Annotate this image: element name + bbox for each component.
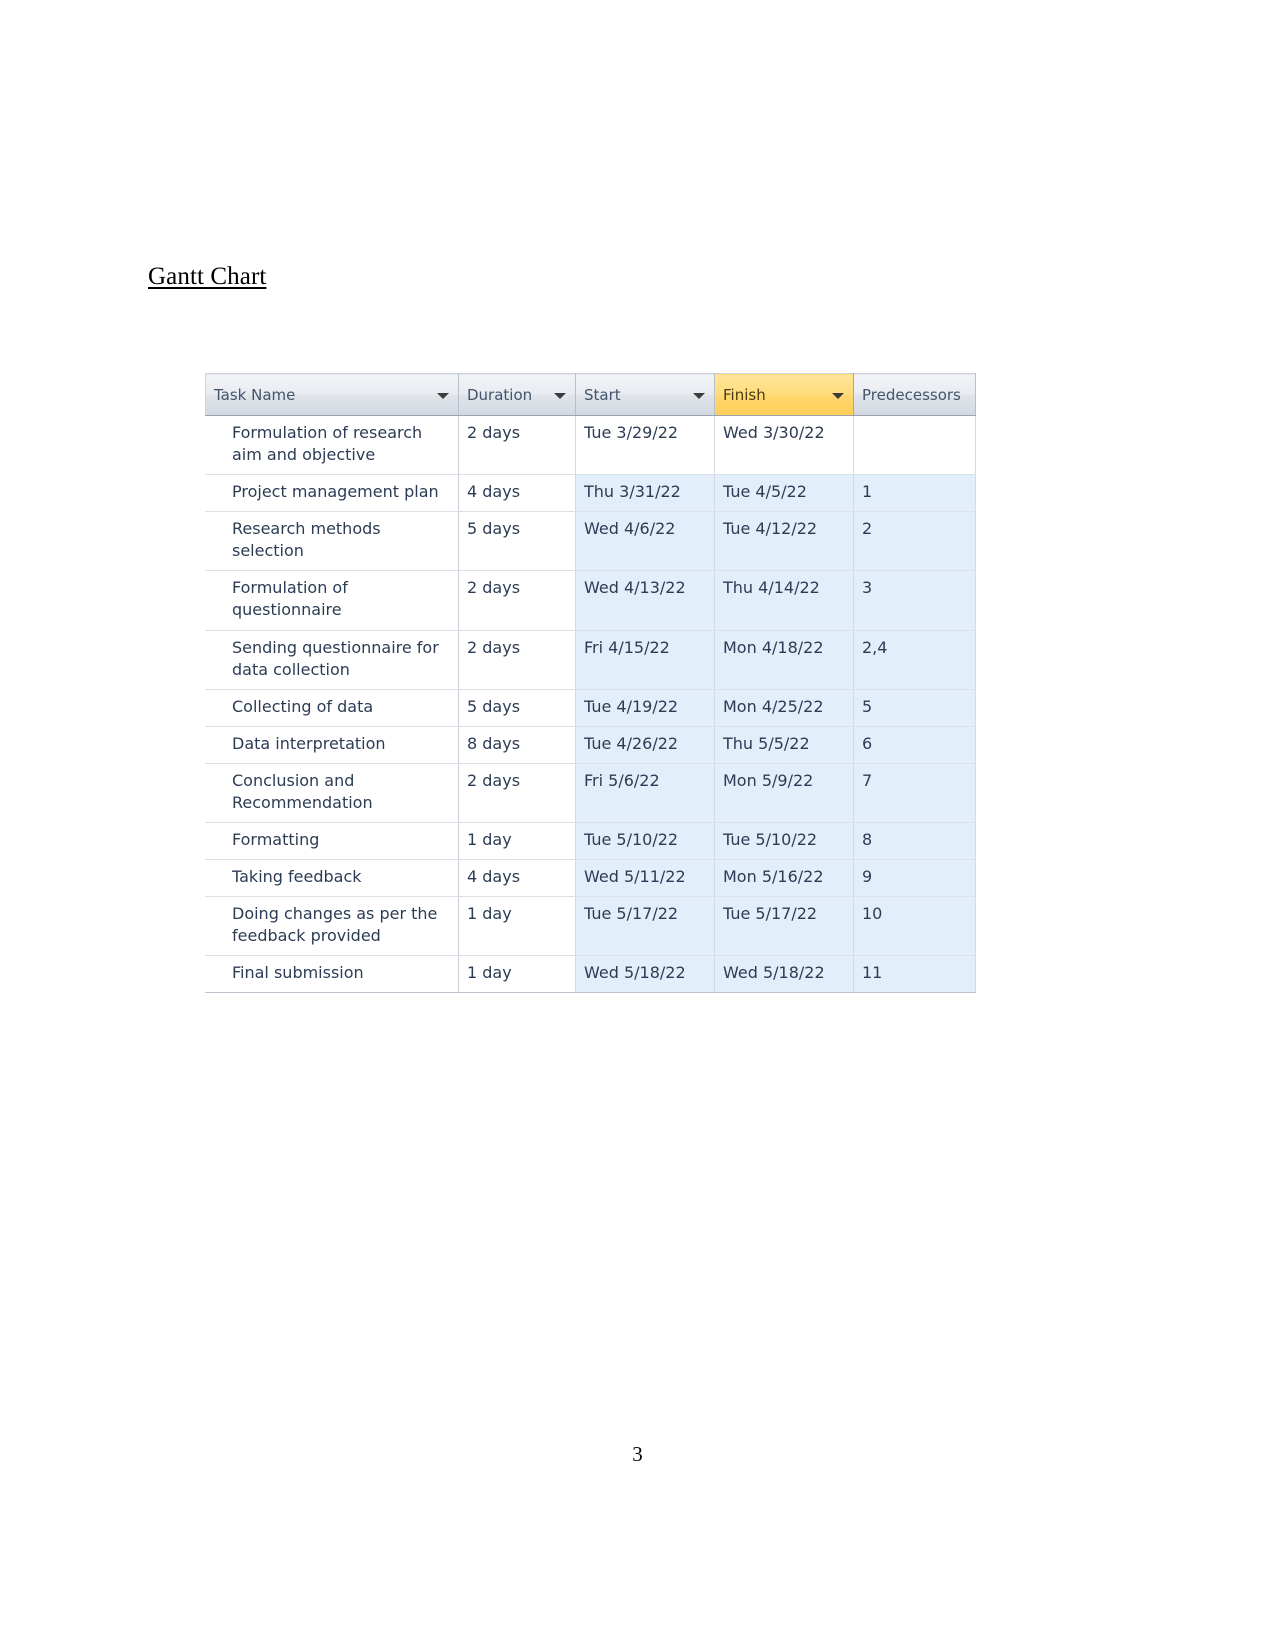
cell-duration[interactable]: 1 day <box>458 955 576 994</box>
cell-pred[interactable]: 8 <box>853 822 976 861</box>
column-header-start[interactable]: Start <box>575 373 715 416</box>
table-row[interactable]: Formatting 1 day Tue 5/10/22 Tue 5/10/22 8 <box>205 822 976 861</box>
cell-start[interactable]: Fri 5/6/22 <box>575 763 715 824</box>
column-header-label: Start <box>584 385 621 404</box>
document-page: Gantt Chart Task Name Duration Start Finish… <box>0 0 1275 1650</box>
cell-finish[interactable]: Tue 5/17/22 <box>714 896 854 957</box>
filter-dropdown-icon[interactable] <box>437 392 449 399</box>
column-header-label: Finish <box>723 385 766 404</box>
gantt-table-container: Task Name Duration Start Finish Predecessors… <box>205 373 976 994</box>
cell-start[interactable]: Tue 3/29/22 <box>575 415 715 476</box>
table-header-row: Task Name Duration Start Finish Predecessors <box>205 373 976 416</box>
cell-pred[interactable]: 11 <box>853 955 976 994</box>
cell-pred[interactable]: 2 <box>853 511 976 572</box>
table-row[interactable]: Conclusion and Recommendation 2 days Fri 5… <box>205 763 976 824</box>
cell-finish[interactable]: Tue 4/5/22 <box>714 474 854 513</box>
cell-finish[interactable]: Tue 4/12/22 <box>714 511 854 572</box>
table-row[interactable]: Final submission 1 day Wed 5/18/22 Wed 5/18… <box>205 955 976 994</box>
table-row[interactable]: Formulation of research aim and objectiv… <box>205 415 976 476</box>
cell-duration[interactable]: 2 days <box>458 570 576 631</box>
cell-start[interactable]: Tue 4/26/22 <box>575 726 715 764</box>
table-header: Task Name Duration Start Finish Predecessors <box>205 373 976 416</box>
cell-task[interactable]: Final submission <box>205 955 459 994</box>
table-body: Formulation of research aim and objectiv… <box>205 415 976 994</box>
cell-pred[interactable]: 9 <box>853 859 976 898</box>
cell-start[interactable]: Tue 5/17/22 <box>575 896 715 957</box>
cell-duration[interactable]: 2 days <box>458 415 576 476</box>
column-header-duration[interactable]: Duration <box>458 373 576 416</box>
filter-dropdown-icon[interactable] <box>832 392 844 399</box>
cell-start[interactable]: Tue 5/10/22 <box>575 822 715 861</box>
cell-duration[interactable]: 2 days <box>458 763 576 824</box>
cell-finish[interactable]: Mon 5/16/22 <box>714 859 854 898</box>
cell-start[interactable]: Fri 4/15/22 <box>575 630 715 690</box>
column-header-label: Task Name <box>214 385 296 404</box>
cell-task[interactable]: Taking feedback <box>205 859 459 898</box>
cell-start[interactable]: Wed 5/11/22 <box>575 859 715 898</box>
cell-duration[interactable]: 5 days <box>458 689 576 727</box>
cell-pred[interactable]: 5 <box>853 689 976 727</box>
cell-duration[interactable]: 4 days <box>458 474 576 513</box>
cell-pred[interactable]: 6 <box>853 726 976 764</box>
cell-duration[interactable]: 8 days <box>458 726 576 764</box>
cell-pred[interactable] <box>853 415 976 476</box>
cell-finish[interactable]: Thu 4/14/22 <box>714 570 854 631</box>
filter-dropdown-icon[interactable] <box>554 392 566 399</box>
cell-duration[interactable]: 4 days <box>458 859 576 898</box>
cell-task[interactable]: Data interpretation <box>205 726 459 764</box>
page-title: Gantt Chart <box>148 263 267 290</box>
cell-pred[interactable]: 2,4 <box>853 630 976 690</box>
cell-pred[interactable]: 10 <box>853 896 976 957</box>
column-header-finish[interactable]: Finish <box>714 373 854 416</box>
cell-finish[interactable]: Tue 5/10/22 <box>714 822 854 861</box>
column-header-task[interactable]: Task Name <box>205 373 459 416</box>
cell-duration[interactable]: 5 days <box>458 511 576 572</box>
cell-start[interactable]: Tue 4/19/22 <box>575 689 715 727</box>
cell-task[interactable]: Research methods selection <box>205 511 459 572</box>
cell-finish[interactable]: Thu 5/5/22 <box>714 726 854 764</box>
filter-dropdown-icon[interactable] <box>693 392 705 399</box>
cell-finish[interactable]: Mon 4/18/22 <box>714 630 854 690</box>
cell-duration[interactable]: 2 days <box>458 630 576 690</box>
cell-task[interactable]: Project management plan <box>205 474 459 513</box>
page-number: 3 <box>632 1442 643 1466</box>
table-row[interactable]: Doing changes as per the feedback provid… <box>205 896 976 957</box>
table-row[interactable]: Research methods selection 5 days Wed 4/6/… <box>205 511 976 572</box>
cell-pred[interactable]: 3 <box>853 570 976 631</box>
cell-task[interactable]: Collecting of data <box>205 689 459 727</box>
cell-pred[interactable]: 7 <box>853 763 976 824</box>
table-row[interactable]: Project management plan 4 days Thu 3/31/22… <box>205 474 976 513</box>
cell-task[interactable]: Formatting <box>205 822 459 861</box>
column-header-pred[interactable]: Predecessors <box>853 373 976 416</box>
column-header-label: Duration <box>467 385 533 404</box>
column-header-label: Predecessors <box>862 385 961 404</box>
cell-duration[interactable]: 1 day <box>458 896 576 957</box>
table-row[interactable]: Collecting of data 5 days Tue 4/19/22 Mon 4… <box>205 689 976 727</box>
gantt-task-table: Task Name Duration Start Finish Predecessors… <box>205 373 976 994</box>
cell-finish[interactable]: Mon 4/25/22 <box>714 689 854 727</box>
cell-task[interactable]: Sending questionnaire for data collectio… <box>205 630 459 690</box>
table-row[interactable]: Sending questionnaire for data collectio… <box>205 630 976 690</box>
table-row[interactable]: Formulation of questionnaire 2 days Wed 4/… <box>205 570 976 631</box>
cell-finish[interactable]: Wed 5/18/22 <box>714 955 854 994</box>
cell-start[interactable]: Thu 3/31/22 <box>575 474 715 513</box>
cell-task[interactable]: Formulation of research aim and objectiv… <box>205 415 459 476</box>
cell-finish[interactable]: Wed 3/30/22 <box>714 415 854 476</box>
cell-pred[interactable]: 1 <box>853 474 976 513</box>
cell-task[interactable]: Conclusion and Recommendation <box>205 763 459 824</box>
cell-start[interactable]: Wed 4/6/22 <box>575 511 715 572</box>
table-row[interactable]: Data interpretation 8 days Tue 4/26/22 Thu … <box>205 726 976 764</box>
cell-task[interactable]: Doing changes as per the feedback provid… <box>205 896 459 957</box>
cell-start[interactable]: Wed 4/13/22 <box>575 570 715 631</box>
cell-task[interactable]: Formulation of questionnaire <box>205 570 459 631</box>
cell-duration[interactable]: 1 day <box>458 822 576 861</box>
cell-start[interactable]: Wed 5/18/22 <box>575 955 715 994</box>
cell-finish[interactable]: Mon 5/9/22 <box>714 763 854 824</box>
table-row[interactable]: Taking feedback 4 days Wed 5/11/22 Mon 5/16… <box>205 859 976 898</box>
